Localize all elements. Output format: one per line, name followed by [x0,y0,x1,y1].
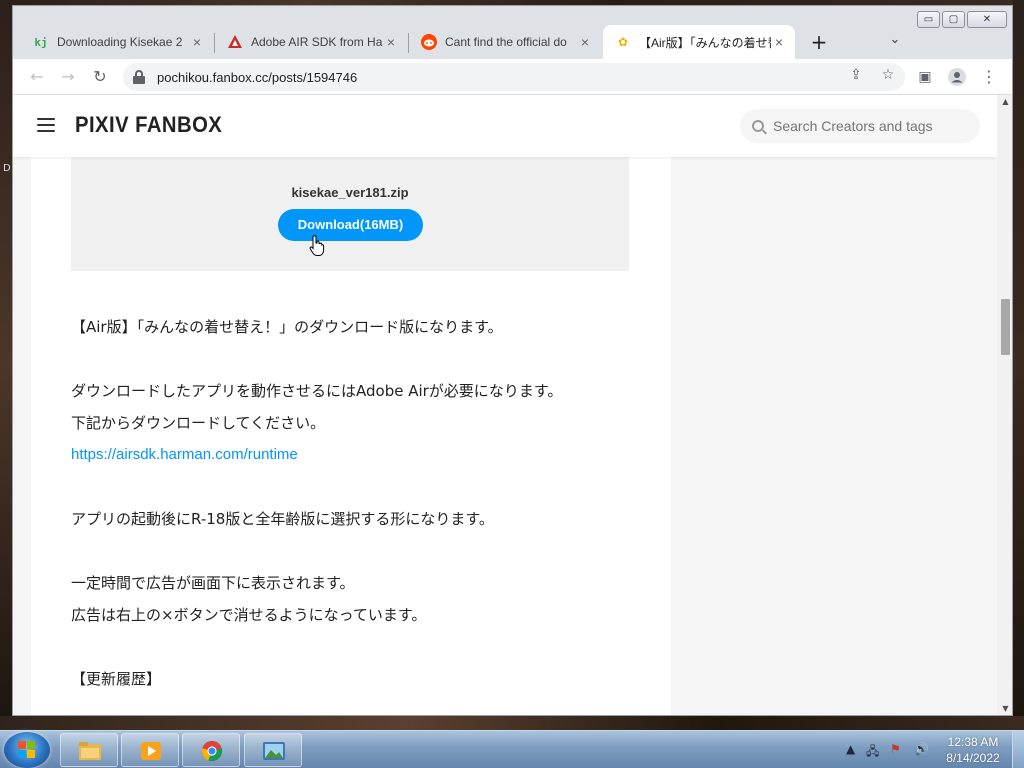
folder-icon [79,742,101,760]
file-name: kisekae_ver181.zip [291,185,409,200]
tab-title: Adobe AIR SDK from Ha [251,35,383,49]
reload-icon[interactable]: ↻ [88,65,112,89]
post-paragraph: 広告は右上の×ボタンで消せるようになっています。 [71,606,427,624]
browser-window: kj Downloading Kisekae 2 × Adobe AIR SDK… [12,5,1013,716]
url-text[interactable]: pochikou.fanbox.cc/posts/1594746 [157,70,357,85]
image-viewer-icon [263,742,285,760]
bookmark-star-icon[interactable]: ☆ [879,67,897,83]
close-icon[interactable]: × [577,34,593,50]
file-download-box: kisekae_ver181.zip Download(16MB) [71,157,629,271]
post-paragraph: 下記からダウンロードしてください。 [71,414,326,432]
media-player-icon [141,742,161,760]
new-tab-button[interactable]: + [807,31,831,55]
fanbox-favicon-icon: ✿ [617,35,629,49]
tab-title: Cant find the official do [445,35,567,49]
tab-strip: kj Downloading Kisekae 2 × Adobe AIR SDK… [13,6,1012,59]
desktop-background-right [1013,0,1024,730]
taskbar-media-player[interactable] [121,733,179,767]
hamburger-menu-icon[interactable] [37,118,55,132]
network-icon[interactable]: 🖧 [866,742,879,763]
browser-toolbar: ← → ↻ pochikou.fanbox.cc/posts/1594746 ⇪… [13,59,1012,95]
close-icon[interactable]: × [771,34,787,50]
tab-title: Downloading Kisekae 2 [57,35,183,49]
download-button[interactable]: Download(16MB) [278,209,423,241]
omnibox-actions: ⇪ ☆ [847,67,897,83]
tab-search-chevron-icon[interactable]: ⌄ [885,32,905,52]
adobe-air-icon [227,34,243,50]
close-icon[interactable]: × [383,34,399,50]
tab-adobe-air[interactable]: Adobe AIR SDK from Ha × [215,25,407,59]
tab-kisekae[interactable]: kj Downloading Kisekae 2 × [21,25,213,59]
post-paragraph: アプリの起動後にR-18版と全年齢版に選択する形になります。 [71,510,494,528]
site-header: PIXIV FANBOX [13,95,997,157]
close-window-button[interactable]: ✕ [967,11,1007,28]
back-arrow-icon[interactable]: ← [25,65,49,89]
address-bar[interactable]: pochikou.fanbox.cc/posts/1594746 ⇪ ☆ [123,63,905,91]
desktop-background-bottom [0,716,1024,730]
tab-title: 【Air版】「みんなの着せ替え [639,35,771,50]
forward-arrow-icon[interactable]: → [56,65,80,89]
close-icon[interactable]: × [189,34,205,50]
post-paragraph: ダウンロードしたアプリを動作させるにはAdobe Airが必要になります。 [71,382,563,400]
scroll-up-arrow-icon[interactable]: ▲ [997,95,1012,109]
windows-logo-icon [18,741,36,759]
post-paragraph: 一定時間で広告が画面下に表示されます。 [71,574,355,592]
pixiv-fanbox-logo[interactable]: PIXIV FANBOX [75,112,222,138]
start-button[interactable] [4,732,50,768]
volume-icon[interactable]: 🔊 [914,742,929,756]
airsdk-runtime-link[interactable]: https://airsdk.harman.com/runtime [71,445,661,465]
creator-search[interactable] [740,109,980,143]
taskbar-explorer[interactable] [60,733,118,767]
taskbar-chrome[interactable] [182,733,240,767]
desktop-background-left [0,0,12,730]
scrollbar-thumb[interactable] [1001,299,1010,355]
window-controls: ▭ ▢ ✕ [915,11,1007,28]
taskbar-clock[interactable]: 12:38 AM 8/14/2022 [938,734,1008,766]
reddit-icon [421,34,437,50]
desktop-edge-text: D [3,163,11,174]
clock-time: 12:38 AM [947,735,999,749]
share-icon[interactable]: ⇪ [847,67,865,83]
taskbar-image-viewer[interactable] [244,733,302,767]
side-panel-icon[interactable]: ▣ [913,65,937,89]
page-viewport: kisekae_ver181.zip Download(16MB) 【Air版】… [13,95,997,715]
kisekae-favicon-icon: kj [34,35,48,49]
update-history-heading: 【更新履歴】 [71,670,162,688]
taskbar: ▲ 🖧 ⚑ 🔊 12:38 AM 8/14/2022 [0,730,1024,768]
hand-cursor-icon [309,235,325,256]
tab-fanbox-post[interactable]: ✿ 【Air版】「みんなの着せ替え × [603,25,795,59]
show-desktop-button[interactable] [1012,731,1024,768]
chrome-icon [201,740,223,762]
post-article: kisekae_ver181.zip Download(16MB) 【Air版】… [31,95,671,715]
action-center-flag-icon[interactable]: ⚑ [890,742,901,756]
clock-date: 8/14/2022 [946,751,1000,765]
profile-avatar-icon[interactable] [945,65,969,89]
minimize-button[interactable]: ▭ [917,11,940,28]
lock-icon[interactable] [133,70,145,84]
show-hidden-icons-icon[interactable]: ▲ [846,742,855,756]
maximize-button[interactable]: ▢ [942,11,965,28]
scroll-down-arrow-icon[interactable]: ▼ [997,702,1012,715]
menu-kebab-icon[interactable]: ⋮ [977,65,1001,89]
post-paragraph: 【Air版】「みんなの着せ替え！」のダウンロード版になります。 [71,318,503,336]
page-scrollbar[interactable]: ▲ ▼ [997,95,1012,715]
search-icon [752,120,764,132]
tab-reddit[interactable]: Cant find the official do × [409,25,601,59]
search-input[interactable] [773,118,963,134]
